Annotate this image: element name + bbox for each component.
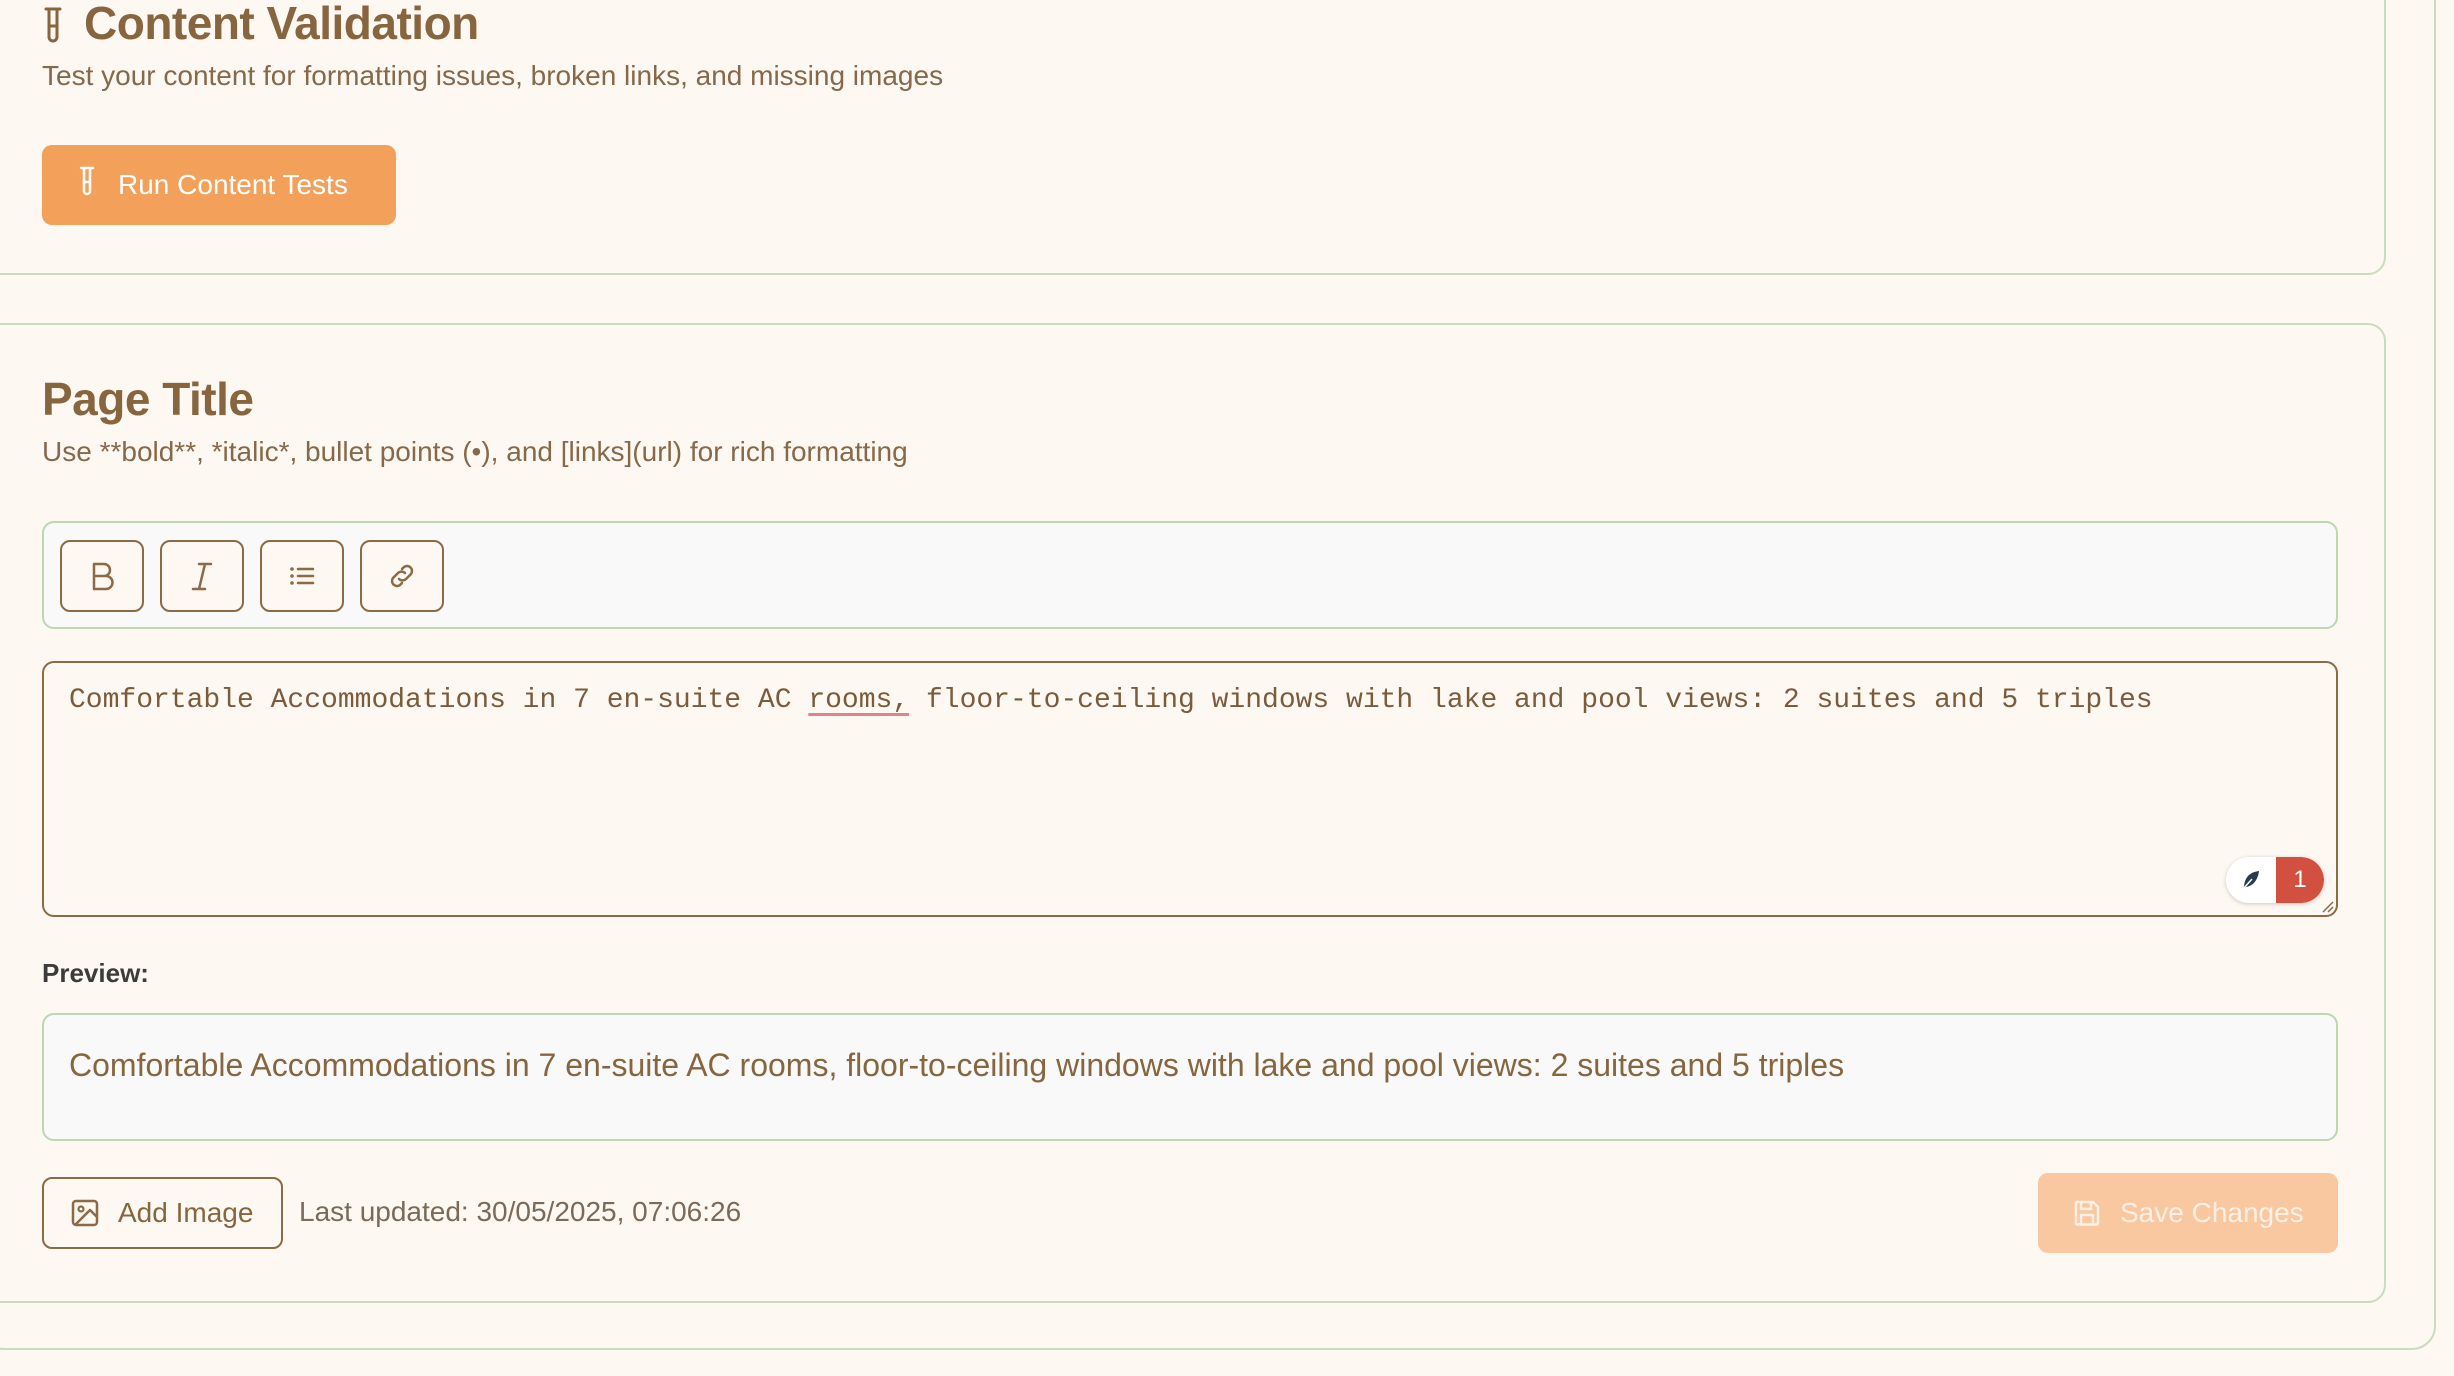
bullet-list-button[interactable] — [260, 540, 344, 612]
content-validation-heading: Content Validation — [42, 0, 479, 49]
page-title-editor[interactable]: Comfortable Accommodations in 7 en-suite… — [42, 661, 2338, 917]
editor-text[interactable]: Comfortable Accommodations in 7 en-suite… — [69, 685, 2153, 716]
run-content-tests-label: Run Content Tests — [118, 169, 348, 200]
italic-button[interactable] — [160, 540, 244, 612]
test-tube-icon — [42, 3, 64, 43]
preview-box: Comfortable Accommodations in 7 en-suite… — [42, 1013, 2338, 1141]
bold-icon — [92, 562, 114, 591]
run-content-tests-button[interactable]: Run Content Tests — [42, 145, 396, 225]
preview-text: Comfortable Accommodations in 7 en-suite… — [69, 1047, 1845, 1083]
add-image-label: Add Image — [118, 1197, 254, 1228]
italic-icon — [191, 562, 213, 591]
image-icon — [71, 1199, 99, 1227]
resize-handle-icon[interactable] — [2320, 899, 2334, 913]
flagged-word[interactable]: rooms, — [808, 685, 909, 716]
test-tube-icon — [78, 166, 96, 205]
formatting-hint: Use **bold**, *italic*, bullet points (•… — [42, 436, 908, 467]
grammar-checker-widget[interactable]: 1 — [2226, 857, 2324, 903]
save-icon — [2074, 1200, 2100, 1226]
grammar-issue-count-badge: 1 — [2276, 857, 2324, 903]
editor-text-segment: floor-to-ceiling windows with lake and p… — [909, 685, 2153, 716]
content-validation-title: Content Validation — [84, 0, 479, 49]
add-image-button[interactable]: Add Image — [42, 1177, 283, 1249]
list-icon — [290, 567, 315, 585]
bold-button[interactable] — [60, 540, 144, 612]
editor-text-segment: Comfortable Accommodations in 7 en-suite… — [69, 685, 809, 716]
page-title-heading: Page Title — [42, 373, 254, 425]
formatting-toolbar — [42, 521, 2338, 629]
insert-link-button[interactable] — [360, 540, 444, 612]
link-icon — [390, 564, 414, 588]
save-changes-button[interactable]: Save Changes — [2038, 1173, 2338, 1253]
content-validation-subtitle: Test your content for formatting issues,… — [42, 60, 944, 91]
feather-icon — [2226, 857, 2276, 903]
save-changes-label: Save Changes — [2120, 1197, 2304, 1228]
preview-label: Preview: — [42, 958, 149, 988]
last-updated-text: Last updated: 30/05/2025, 07:06:26 — [299, 1196, 742, 1227]
